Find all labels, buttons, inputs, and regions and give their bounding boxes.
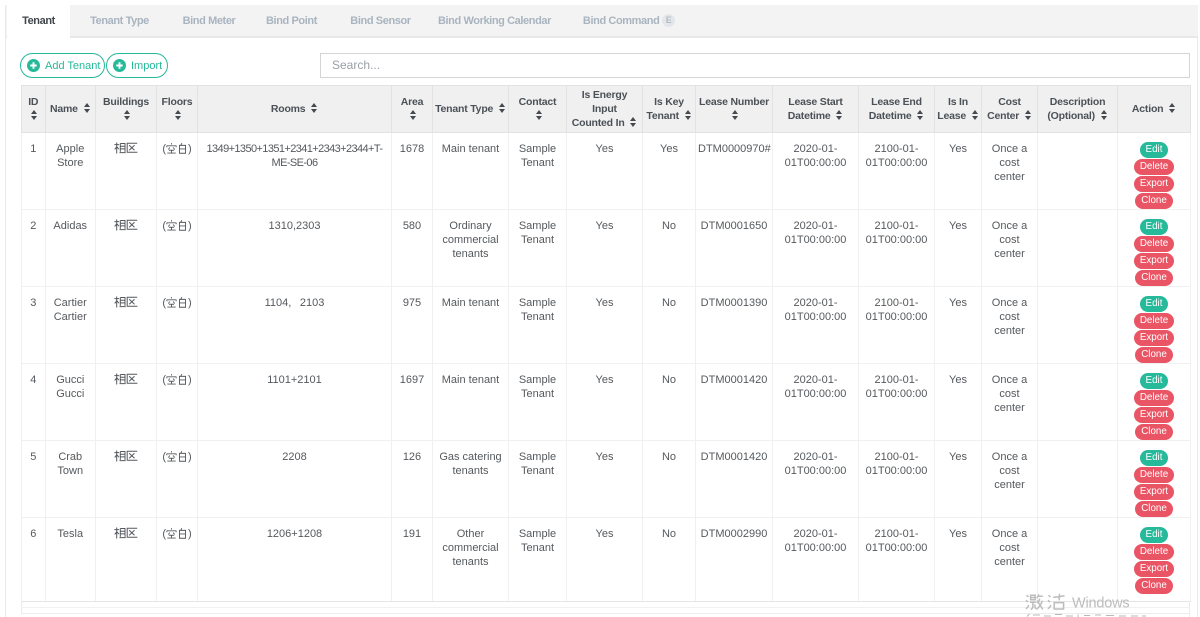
svg-text:Windows: Windows bbox=[1072, 596, 1129, 612]
